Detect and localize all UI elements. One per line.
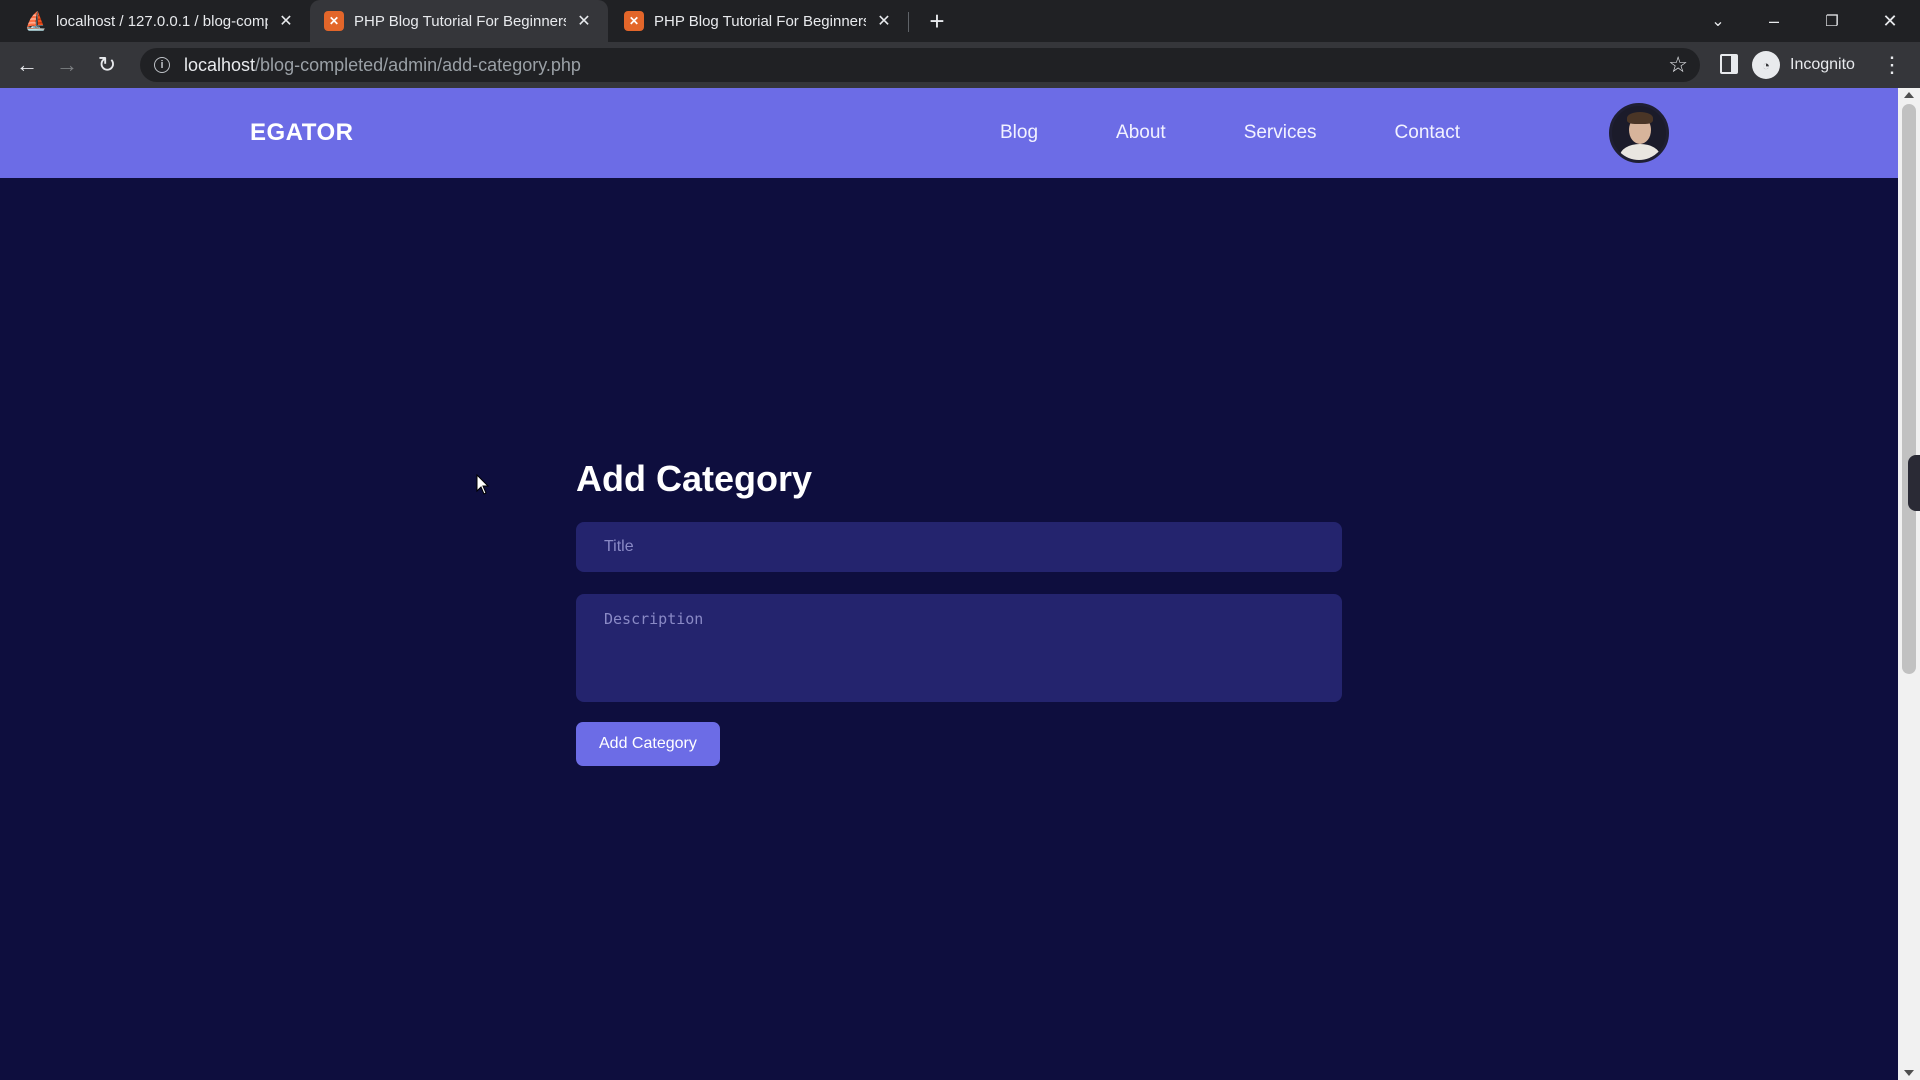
user-avatar[interactable]	[1609, 103, 1669, 163]
incognito-icon: ◔	[1752, 51, 1780, 79]
page-viewport: EGATOR Blog About Services Contact Add C…	[0, 88, 1898, 1080]
close-window-button[interactable]: ✕	[1862, 0, 1918, 42]
scroll-down-arrow-icon[interactable]	[1904, 1070, 1914, 1076]
incognito-profile-button[interactable]: ◔ Incognito	[1752, 48, 1855, 82]
page-scrollbar[interactable]	[1898, 88, 1920, 1080]
add-category-button[interactable]: Add Category	[576, 722, 720, 766]
tab-blog-tutorial[interactable]: ✕ PHP Blog Tutorial For Beginners ✕	[610, 0, 908, 42]
back-button[interactable]: ←	[12, 50, 42, 80]
site-info-icon[interactable]: i	[154, 57, 170, 73]
browser-toolbar: ← → ↻ i localhost/blog-completed/admin/a…	[0, 42, 1920, 88]
avatar-hair-shape	[1627, 112, 1653, 124]
side-panel-icon[interactable]	[1720, 54, 1738, 74]
restore-button[interactable]: ❐	[1804, 0, 1860, 42]
mouse-cursor-icon	[476, 474, 490, 495]
description-textarea[interactable]	[576, 594, 1342, 702]
new-tab-button[interactable]: +	[922, 6, 952, 36]
close-icon[interactable]: ✕	[276, 11, 296, 31]
forward-button[interactable]: →	[52, 50, 82, 80]
tab-phpmyadmin[interactable]: ⛵ localhost / 127.0.0.1 / blog-comp ✕	[12, 0, 310, 42]
scroll-up-arrow-icon[interactable]	[1904, 92, 1914, 98]
add-category-form: Add Category Add Category	[576, 458, 1342, 766]
nav-link-about[interactable]: About	[1116, 122, 1166, 144]
phpmyadmin-icon: ⛵	[24, 10, 48, 31]
tab-separator	[908, 12, 909, 32]
xampp-icon: ✕	[324, 11, 344, 31]
profile-label: Incognito	[1790, 56, 1855, 73]
side-panel-handle[interactable]	[1908, 455, 1920, 511]
close-icon[interactable]: ✕	[574, 11, 594, 31]
url-path: /blog-completed/admin/add-category.php	[255, 54, 581, 75]
minimize-button[interactable]: –	[1746, 0, 1802, 42]
xampp-icon: ✕	[624, 11, 644, 31]
tab-title: localhost / 127.0.0.1 / blog-comp	[56, 12, 268, 30]
title-input[interactable]	[576, 522, 1342, 572]
avatar-body-shape	[1620, 144, 1660, 160]
nav-link-services[interactable]: Services	[1244, 122, 1317, 144]
nav-link-contact[interactable]: Contact	[1395, 122, 1460, 144]
page-title: Add Category	[576, 458, 813, 499]
tab-title: PHP Blog Tutorial For Beginners	[654, 12, 866, 30]
tab-search-button[interactable]: ⌄	[1690, 0, 1746, 42]
site-logo[interactable]: EGATOR	[250, 88, 353, 178]
browser-menu-icon[interactable]: ⋮	[1880, 50, 1904, 80]
nav-links: Blog About Services Contact	[1000, 88, 1538, 178]
tab-title: PHP Blog Tutorial For Beginners	[354, 12, 566, 30]
bookmark-star-icon[interactable]: ☆	[1668, 52, 1688, 78]
address-bar[interactable]: i localhost/blog-completed/admin/add-cat…	[140, 48, 1700, 82]
tab-blog-tutorial-active[interactable]: ✕ PHP Blog Tutorial For Beginners ✕	[310, 0, 608, 42]
nav-link-blog[interactable]: Blog	[1000, 122, 1038, 144]
browser-tab-strip: ⛵ localhost / 127.0.0.1 / blog-comp ✕ ✕ …	[0, 0, 1920, 42]
close-icon[interactable]: ✕	[874, 11, 894, 31]
reload-button[interactable]: ↻	[92, 50, 122, 80]
scrollbar-thumb[interactable]	[1902, 104, 1916, 674]
url-host: localhost	[184, 54, 256, 75]
site-navbar: EGATOR Blog About Services Contact	[0, 88, 1898, 178]
